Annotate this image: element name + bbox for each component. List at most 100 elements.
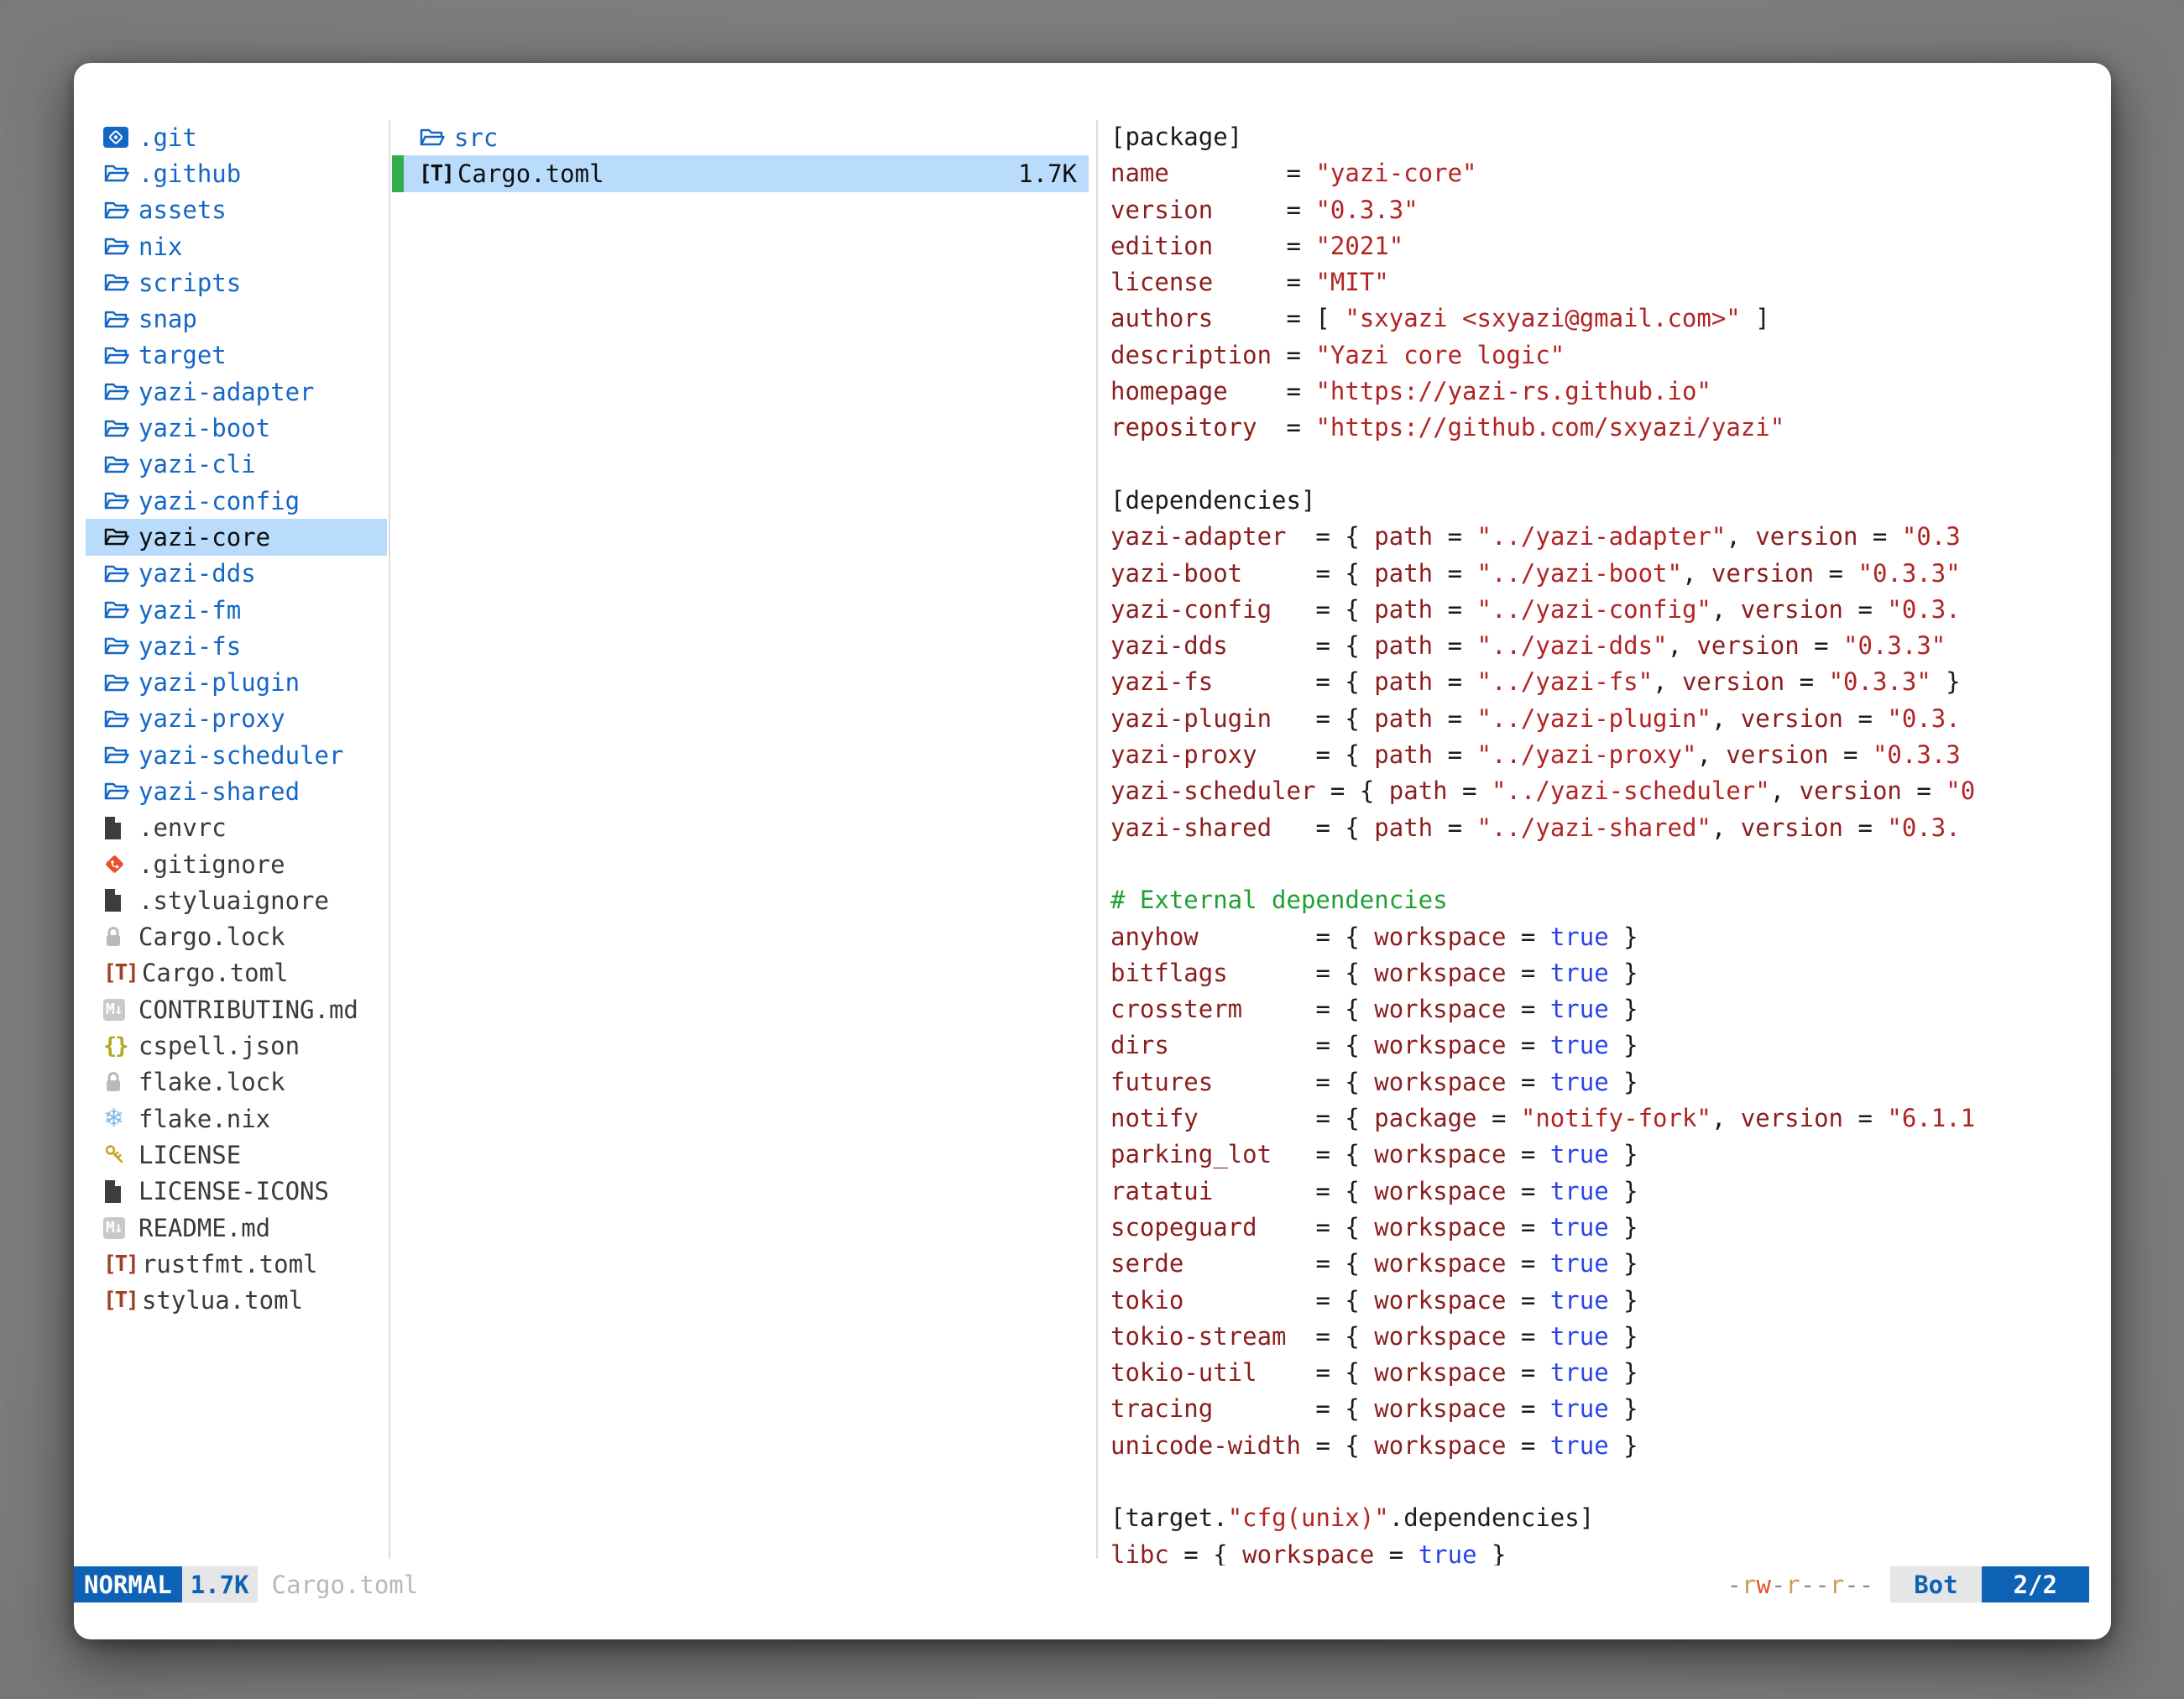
code-line: libc = { workspace = true }	[1110, 1537, 2111, 1566]
parent-file-row[interactable]: yazi-proxy	[86, 701, 387, 737]
file-label: flake.nix	[138, 1105, 270, 1133]
file-label: yazi-fs	[138, 632, 241, 661]
parent-file-row[interactable]: [T]stylua.toml	[86, 1283, 387, 1319]
parent-file-row[interactable]: yazi-scheduler	[86, 737, 387, 773]
file-label: yazi-config	[138, 487, 300, 515]
code-line: unicode-width = { workspace = true }	[1110, 1428, 2111, 1464]
file-label: nix	[138, 233, 182, 261]
current-file-row[interactable]: src	[392, 119, 1089, 155]
code-line: [package]	[1110, 119, 2111, 155]
parent-file-row[interactable]: yazi-fs	[86, 628, 387, 664]
perm-char: -	[1771, 1571, 1785, 1599]
parent-file-row[interactable]: yazi-dds	[86, 556, 387, 592]
code-line: ratatui = { workspace = true }	[1110, 1174, 2111, 1210]
file-label: target	[138, 341, 227, 369]
code-line: crossterm = { workspace = true }	[1110, 991, 2111, 1027]
parent-file-row[interactable]: yazi-cli	[86, 447, 387, 483]
code-line: authors = [ "sxyazi <sxyazi@gmail.com>" …	[1110, 301, 2111, 337]
code-line: dirs = { workspace = true }	[1110, 1027, 2111, 1064]
status-bar: NORMAL 1.7K Cargo.toml -rw-r--r-- Bot 2/…	[74, 1566, 2089, 1602]
parent-file-row[interactable]: {}cspell.json	[86, 1027, 387, 1064]
code-line: anyhow = { workspace = true }	[1110, 919, 2111, 955]
parent-file-row[interactable]: yazi-fm	[86, 592, 387, 628]
perm-char: w	[1756, 1571, 1770, 1599]
code-line: yazi-proxy = { path = "../yazi-proxy", v…	[1110, 737, 2111, 773]
parent-file-row[interactable]: LICENSE	[86, 1137, 387, 1173]
git-ignore-icon	[103, 853, 134, 876]
folder-open-icon	[103, 744, 134, 766]
parent-file-row[interactable]: .gitignore	[86, 846, 387, 882]
folder-open-icon	[103, 599, 134, 621]
code-line: homepage = "https://yazi-rs.github.io"	[1110, 374, 2111, 410]
parent-file-row[interactable]: yazi-core	[86, 519, 387, 555]
parent-file-row[interactable]: .styluaignore	[86, 882, 387, 918]
current-pane[interactable]: src [T]Cargo.toml1.7K	[390, 63, 1096, 1566]
file-label: yazi-dds	[138, 559, 256, 588]
nix-snowflake-icon: ❄	[103, 1104, 134, 1133]
parent-file-row[interactable]: .git	[86, 119, 387, 155]
perm-char: r	[1830, 1571, 1844, 1599]
license-key-icon	[103, 1143, 134, 1166]
folder-open-icon	[103, 780, 134, 802]
code-line: tokio = { workspace = true }	[1110, 1283, 2111, 1319]
parent-file-row[interactable]: yazi-boot	[86, 410, 387, 446]
file-label: yazi-boot	[138, 414, 270, 442]
file-label: src	[454, 123, 498, 152]
markdown-icon: M↓	[103, 1217, 134, 1239]
parent-file-row[interactable]: .envrc	[86, 810, 387, 846]
lock-icon	[103, 925, 134, 949]
folder-open-icon	[103, 635, 134, 657]
folder-open-icon	[103, 708, 134, 730]
parent-file-row[interactable]: assets	[86, 192, 387, 228]
code-line: tokio-stream = { workspace = true }	[1110, 1319, 2111, 1355]
parent-file-row[interactable]: [T]rustfmt.toml	[86, 1246, 387, 1282]
parent-file-row[interactable]: yazi-plugin	[86, 664, 387, 700]
folder-open-icon	[103, 199, 134, 222]
parent-file-row[interactable]: M↓CONTRIBUTING.md	[86, 991, 387, 1027]
permissions-text: -rw-r--r--	[1727, 1566, 1874, 1602]
perm-char: -	[1844, 1571, 1858, 1599]
code-line: edition = "2021"	[1110, 228, 2111, 264]
parent-file-row[interactable]: ❄flake.nix	[86, 1100, 387, 1137]
toml-icon: [T]	[103, 960, 138, 985]
code-line: license = "MIT"	[1110, 264, 2111, 301]
parent-file-row[interactable]: flake.lock	[86, 1064, 387, 1100]
code-line: version = "0.3.3"	[1110, 192, 2111, 228]
parent-file-row[interactable]: .github	[86, 155, 387, 191]
parent-file-row[interactable]: target	[86, 337, 387, 374]
folder-open-icon	[103, 562, 134, 585]
parent-file-row[interactable]: scripts	[86, 264, 387, 301]
toml-icon: [T]	[103, 1252, 138, 1277]
parent-file-row[interactable]: yazi-shared	[86, 773, 387, 809]
file-label: README.md	[138, 1214, 270, 1242]
parent-pane[interactable]: .git .github assets nix scripts snap tar…	[74, 63, 389, 1566]
current-file-row[interactable]: [T]Cargo.toml1.7K	[392, 155, 1089, 191]
code-line: serde = { workspace = true }	[1110, 1246, 2111, 1282]
parent-file-row[interactable]: yazi-config	[86, 483, 387, 519]
preview-pane[interactable]: [package]name = "yazi-core"version = "0.…	[1098, 63, 2111, 1566]
folder-open-icon	[103, 162, 134, 185]
file-icon	[103, 816, 134, 840]
file-label: .gitignore	[138, 850, 285, 879]
file-label: yazi-core	[138, 523, 270, 552]
file-label: yazi-scheduler	[138, 741, 343, 770]
parent-file-row[interactable]: snap	[86, 301, 387, 337]
parent-file-row[interactable]: LICENSE-ICONS	[86, 1174, 387, 1210]
file-icon	[103, 1179, 134, 1204]
json-braces-icon: {}	[103, 1033, 134, 1059]
code-line: tracing = { workspace = true }	[1110, 1391, 2111, 1427]
parent-file-row[interactable]: Cargo.lock	[86, 919, 387, 955]
parent-file-row[interactable]: yazi-adapter	[86, 374, 387, 410]
code-line: notify = { package = "notify-fork", vers…	[1110, 1100, 2111, 1137]
code-line: scopeguard = { workspace = true }	[1110, 1210, 2111, 1246]
parent-file-row[interactable]: M↓README.md	[86, 1210, 387, 1246]
folder-open-icon	[103, 489, 134, 512]
folder-open-icon	[103, 344, 134, 367]
folder-open-icon	[103, 417, 134, 440]
lock-icon	[103, 1070, 134, 1094]
file-label: .envrc	[138, 813, 227, 842]
parent-file-row[interactable]: [T]Cargo.toml	[86, 955, 387, 991]
code-line: bitflags = { workspace = true }	[1110, 955, 2111, 991]
code-line: # External dependencies	[1110, 882, 2111, 918]
parent-file-row[interactable]: nix	[86, 228, 387, 264]
